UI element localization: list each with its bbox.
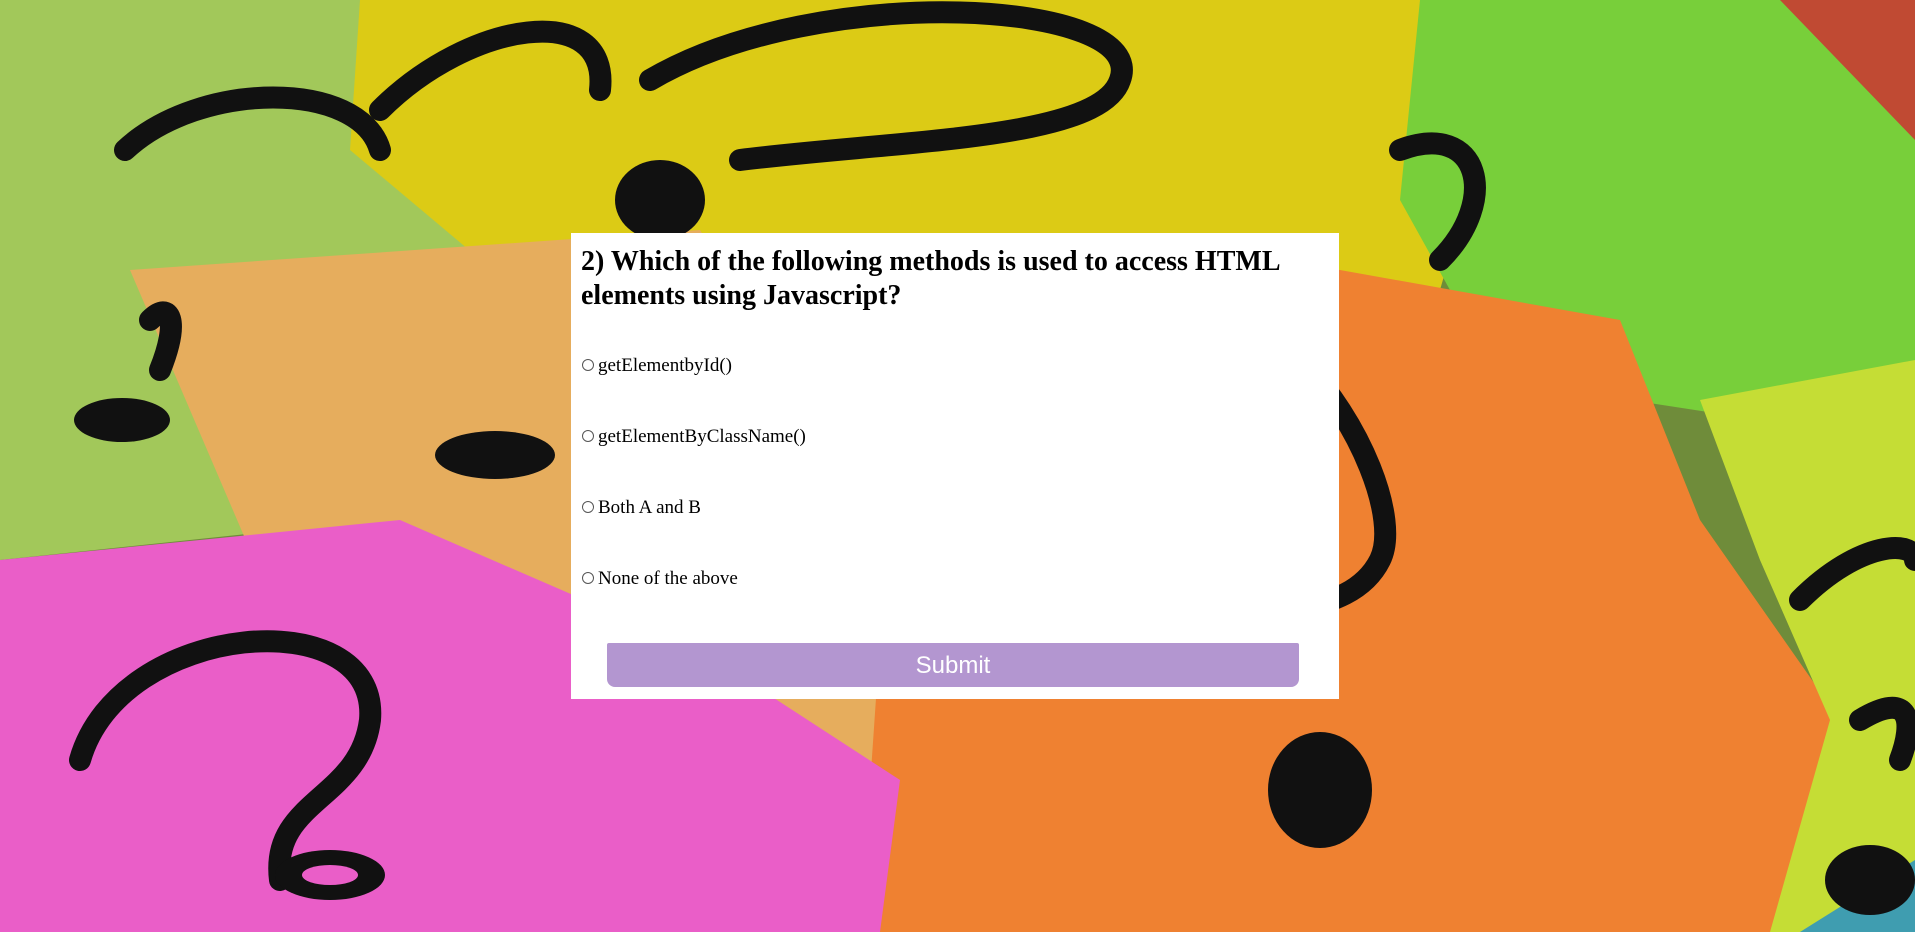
option-b-radio[interactable]: [582, 430, 594, 442]
quiz-card: 2) Which of the following methods is use…: [571, 233, 1339, 699]
option-c-radio[interactable]: [582, 501, 594, 513]
question-text: 2) Which of the following methods is use…: [581, 246, 1279, 311]
option-c[interactable]: Both A and B: [581, 495, 1329, 521]
option-d[interactable]: None of the above: [581, 566, 1329, 592]
option-d-radio[interactable]: [582, 572, 594, 584]
answer-options: getElementbyId() getElementByClassName()…: [581, 353, 1329, 592]
option-c-label[interactable]: Both A and B: [598, 497, 701, 519]
option-b-label[interactable]: getElementByClassName(): [598, 426, 806, 448]
option-b[interactable]: getElementByClassName(): [581, 424, 1329, 450]
submit-button[interactable]: Submit: [607, 643, 1299, 687]
option-a-radio[interactable]: [582, 359, 594, 371]
option-a[interactable]: getElementbyId(): [581, 353, 1329, 379]
option-a-label[interactable]: getElementbyId(): [598, 355, 732, 377]
option-d-label[interactable]: None of the above: [598, 568, 738, 590]
